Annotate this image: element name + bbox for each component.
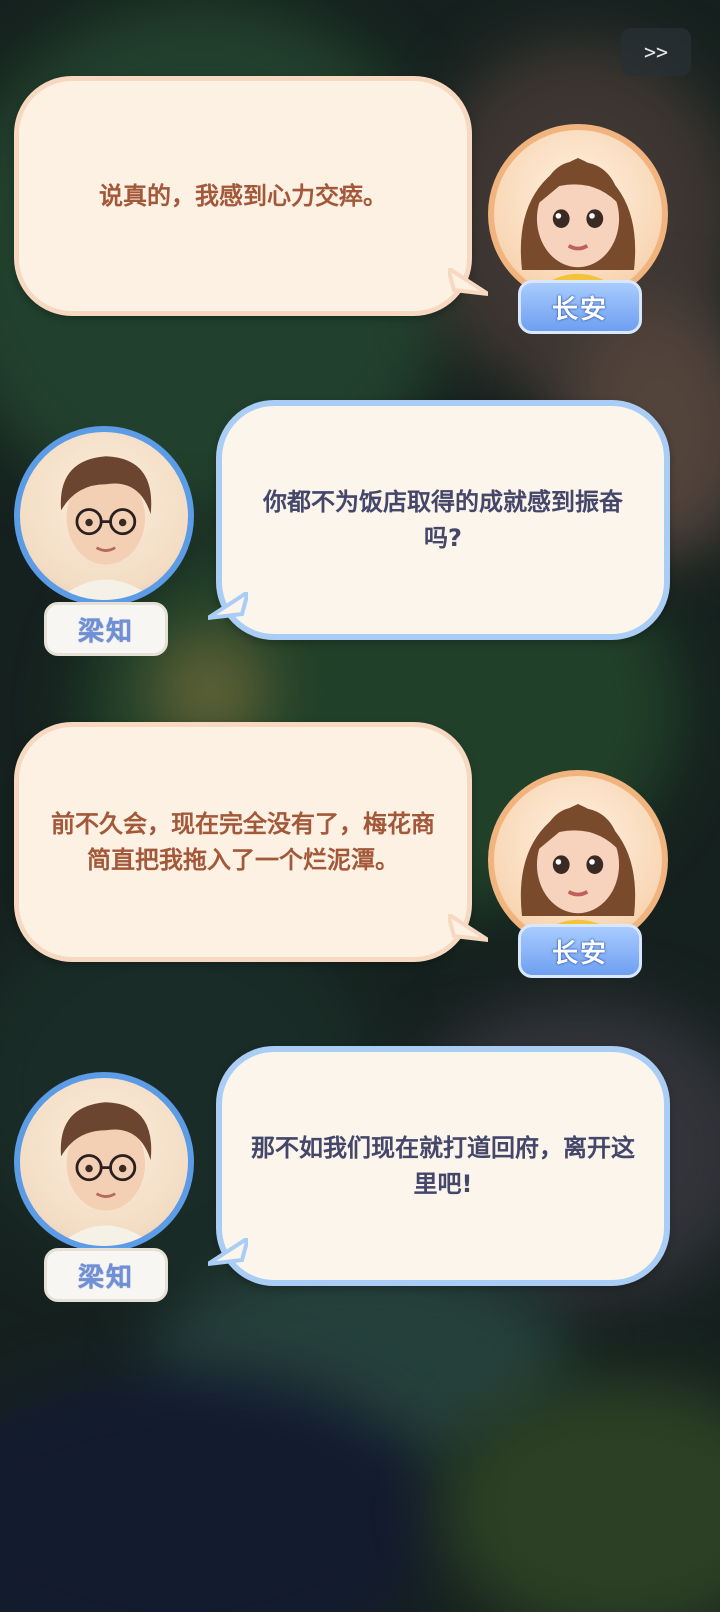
skip-icon: >> [643, 40, 669, 64]
skip-button[interactable]: >> [621, 28, 691, 76]
bubble-tail [448, 914, 488, 942]
dialogue-text: 说真的，我感到心力交瘁。 [99, 182, 387, 210]
dialogue-bubble-1: 说真的，我感到心力交瘁。 [14, 76, 472, 316]
female-character-portrait [520, 804, 636, 944]
liangzhi-avatar [14, 1072, 194, 1252]
dialogue-text: 前不久会，现在完全没有了，梅花商简直把我拖入了一个烂泥潭。 [51, 810, 435, 874]
bubble-tail [208, 1238, 248, 1266]
speaker-name-tag: 长安 [518, 280, 642, 334]
dialogue-bubble-3: 前不久会，现在完全没有了，梅花商简直把我拖入了一个烂泥潭。 [14, 722, 472, 962]
changan-avatar [488, 770, 668, 950]
female-character-portrait [520, 158, 636, 298]
male-character-portrait [57, 1102, 155, 1246]
speaker-name-tag: 梁知 [44, 1248, 168, 1302]
speaker-name-tag: 长安 [518, 924, 642, 978]
bubble-tail [448, 268, 488, 296]
dialogue-text: 那不如我们现在就打道回府，离开这里吧! [251, 1134, 635, 1198]
dialogue-bubble-4: 那不如我们现在就打道回府，离开这里吧! [216, 1046, 670, 1286]
liangzhi-avatar [14, 426, 194, 606]
changan-avatar [488, 124, 668, 304]
bubble-tail [208, 592, 248, 620]
male-character-portrait [57, 456, 155, 600]
speaker-name-tag: 梁知 [44, 602, 168, 656]
dialogue-bubble-2: 你都不为饭店取得的成就感到振奋吗? [216, 400, 670, 640]
dialogue-text: 你都不为饭店取得的成就感到振奋吗? [263, 488, 623, 552]
